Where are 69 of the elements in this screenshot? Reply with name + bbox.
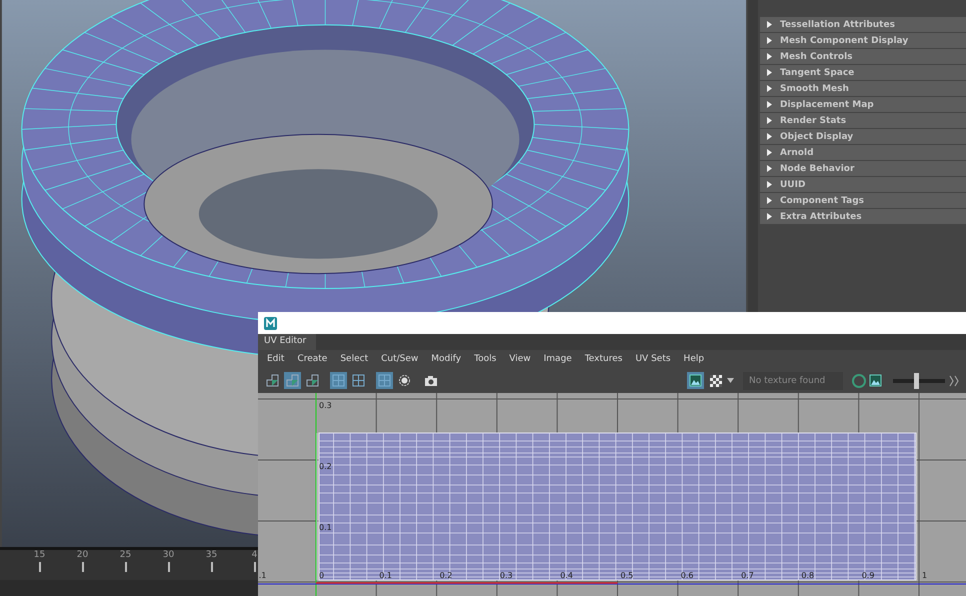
attribute-section-header[interactable]: UUID: [760, 177, 966, 192]
v-axis-label: 0.2: [319, 462, 332, 471]
attribute-section-header[interactable]: Render Stats: [760, 113, 966, 128]
u-axis-label: 0: [319, 571, 324, 580]
menu-item[interactable]: View: [509, 354, 531, 364]
frame-number: 25: [120, 550, 132, 560]
camera-icon: [424, 374, 438, 386]
u-axis-label: 0.4: [560, 571, 573, 580]
menu-item[interactable]: Edit: [267, 354, 284, 364]
frame-number: 30: [162, 550, 174, 560]
grid-icon: [332, 374, 345, 387]
u-axis-label: 1: [922, 571, 928, 580]
u-axis-label: 0.7: [741, 571, 754, 580]
menu-item[interactable]: Tools: [474, 354, 496, 364]
v-axis-label: 0.3: [319, 401, 332, 410]
u-axis-label: 0.8: [801, 571, 814, 580]
app-logo-icon: [264, 316, 277, 330]
expand-arrows-icon[interactable]: [948, 374, 960, 386]
attribute-section-header[interactable]: Tessellation Attributes: [760, 17, 966, 32]
texture-field[interactable]: No texture found: [743, 372, 843, 390]
checker-icon: [709, 374, 722, 387]
uv-shell-icon: [286, 374, 299, 387]
rgb-channel-icon[interactable]: [852, 374, 866, 388]
attribute-section-header[interactable]: Tangent Space: [760, 65, 966, 80]
tool-button[interactable]: [707, 372, 724, 389]
tool-button[interactable]: [396, 372, 413, 389]
menu-item[interactable]: UV Sets: [635, 354, 671, 364]
menu-item[interactable]: Image: [544, 354, 572, 364]
image-icon: [689, 374, 702, 387]
menu-item[interactable]: Modify: [431, 354, 462, 364]
u-axis-label: 0.9: [862, 571, 874, 580]
panel-tab[interactable]: UV Editor: [258, 334, 316, 350]
grid-icon: [352, 374, 365, 387]
attribute-section-header[interactable]: Arnold: [760, 145, 966, 160]
v-axis-label: 0.1: [319, 523, 332, 532]
u-axis-label: 0.3: [500, 571, 513, 580]
attribute-section-header[interactable]: Smooth Mesh: [760, 81, 966, 96]
attribute-section-header[interactable]: Extra Attributes: [760, 209, 966, 224]
frame-number: 15: [34, 550, 46, 560]
u-axis-label: 0.5: [620, 571, 634, 580]
attribute-section-header[interactable]: Displacement Map: [760, 97, 966, 112]
u-axis-label: 0.6: [680, 571, 694, 580]
uv-shell-icon: [306, 374, 319, 387]
menu-item[interactable]: Create: [297, 354, 328, 364]
attribute-section-header[interactable]: Node Behavior: [760, 161, 966, 176]
dropdown-caret-icon[interactable]: [727, 378, 734, 383]
tool-button[interactable]: [304, 372, 321, 389]
menu-item[interactable]: Select: [340, 354, 368, 364]
frame-number: 4: [252, 550, 258, 560]
tool-button[interactable]: [264, 372, 281, 389]
attribute-section-header[interactable]: Mesh Controls: [760, 49, 966, 64]
tool-button[interactable]: [350, 372, 367, 389]
slider-thumb[interactable]: [914, 372, 920, 388]
menu-item[interactable]: Cut/Sew: [381, 354, 418, 364]
u-axis-label: .1: [258, 571, 266, 580]
menu-item[interactable]: Help: [684, 354, 704, 364]
frame-number: 35: [206, 550, 218, 560]
attribute-section-header[interactable]: Mesh Component Display: [760, 33, 966, 48]
tool-button[interactable]: [687, 372, 704, 389]
grid-icon: [378, 374, 391, 387]
image-icon: [869, 374, 882, 387]
u-axis-label: 0.2: [440, 571, 452, 580]
uv-shell-icon: [266, 374, 279, 387]
attribute-section-header[interactable]: Component Tags: [760, 193, 966, 208]
frame-number: 20: [76, 550, 88, 560]
circle-icon: [398, 374, 411, 387]
menu-item[interactable]: Textures: [584, 354, 622, 364]
u-axis-label: 0.1: [379, 571, 392, 580]
attribute-section-header[interactable]: Object Display: [760, 129, 966, 144]
